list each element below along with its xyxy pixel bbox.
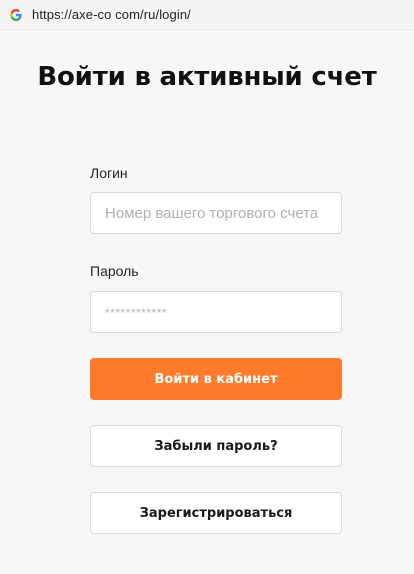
address-bar[interactable]: https://axe-co com/ru/login/ bbox=[0, 0, 414, 30]
login-submit-button[interactable]: Войти в кабинет bbox=[90, 358, 342, 400]
login-label: Логин bbox=[90, 165, 128, 181]
page-title: Войти в активный счет bbox=[37, 62, 377, 92]
forgot-password-button[interactable]: Забыли пароль? bbox=[90, 425, 342, 467]
password-input[interactable] bbox=[90, 291, 342, 333]
google-g-icon bbox=[9, 8, 23, 22]
url-text[interactable]: https://axe-co com/ru/login/ bbox=[32, 7, 191, 22]
password-label: Пароль bbox=[90, 263, 139, 279]
login-input[interactable] bbox=[90, 192, 342, 234]
register-button[interactable]: Зарегистрироваться bbox=[90, 492, 342, 534]
